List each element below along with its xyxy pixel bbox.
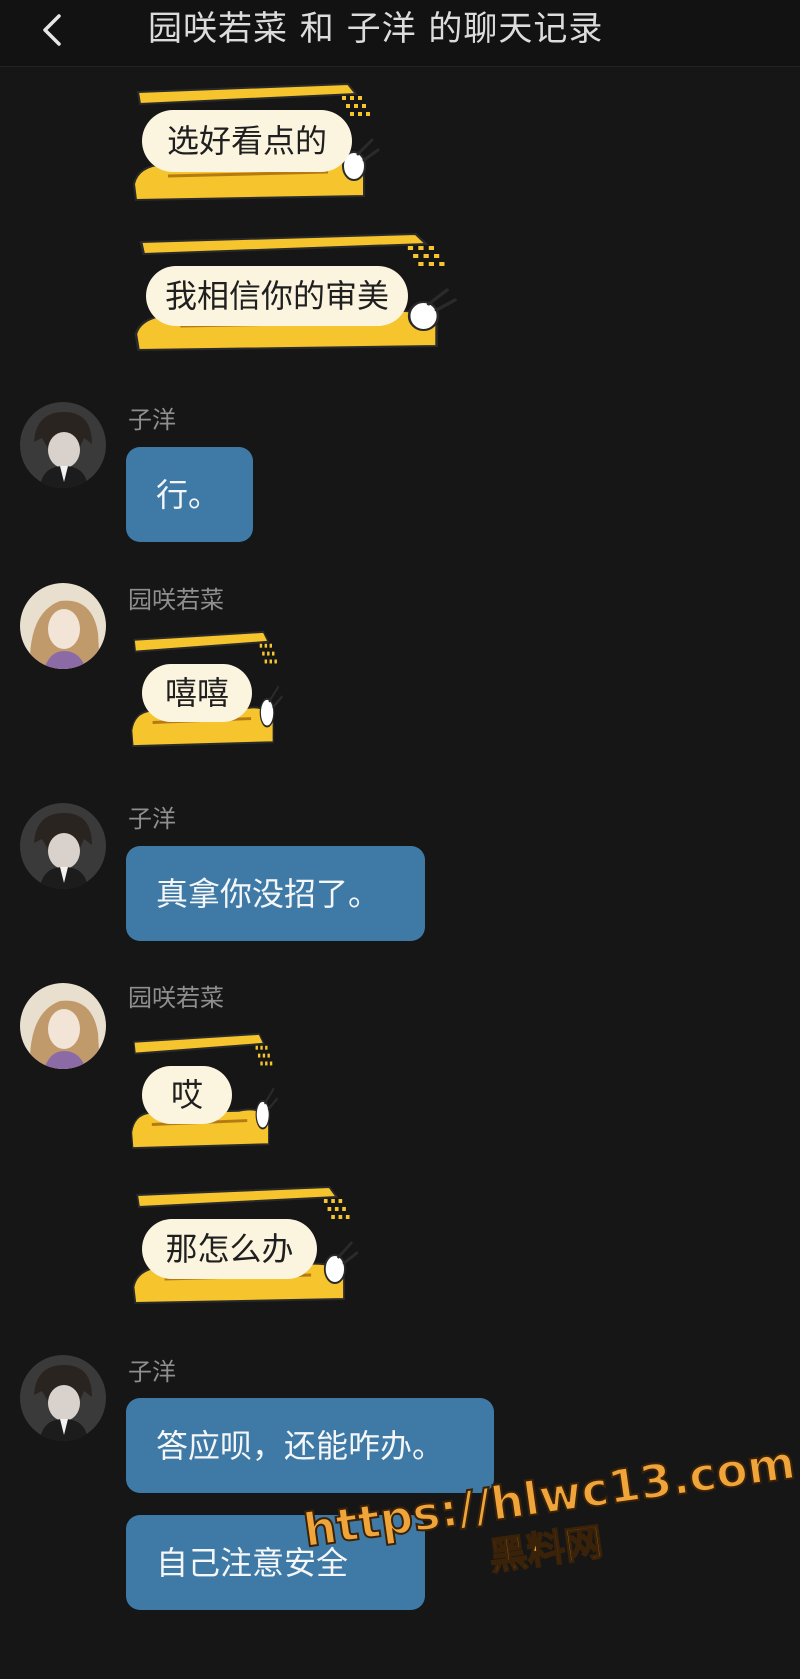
avatar[interactable] <box>20 803 106 889</box>
sender-name: 子洋 <box>128 1358 176 1386</box>
chevron-left-icon <box>43 14 61 46</box>
sticker-message: 哎 <box>128 1030 283 1158</box>
sticker-text: 我相信你的审美 <box>146 266 408 326</box>
avatar-female-icon <box>20 583 106 669</box>
sticker-message: 选好看点的 <box>128 80 388 210</box>
sender-name: 子洋 <box>128 406 176 434</box>
avatar-male-icon <box>20 803 106 889</box>
back-button[interactable] <box>30 2 74 58</box>
avatar[interactable] <box>20 983 106 1069</box>
avatar-male-icon <box>20 1355 106 1441</box>
avatar[interactable] <box>20 583 106 669</box>
sticker-message: 我相信你的审美 <box>128 230 468 360</box>
sender-name: 园咲若菜 <box>128 984 224 1012</box>
text-message: 行。 <box>126 447 253 542</box>
sender-name: 园咲若菜 <box>128 586 224 614</box>
chat-header: 园咲若菜 和 子洋 的聊天记录 <box>0 0 800 67</box>
sticker-text: 选好看点的 <box>142 110 352 172</box>
avatar-male-icon <box>20 402 106 488</box>
text-message: 真拿你没招了。 <box>126 846 425 941</box>
sticker-text: 那怎么办 <box>142 1219 317 1279</box>
avatar-female-icon <box>20 983 106 1069</box>
sticker-message: 嘻嘻 <box>128 628 288 756</box>
avatar[interactable] <box>20 1355 106 1441</box>
sticker-text: 嘻嘻 <box>142 664 252 722</box>
text-message: 答应呗，还能咋办。 <box>126 1398 494 1493</box>
sender-name: 子洋 <box>128 805 176 833</box>
sticker-text: 哎 <box>142 1066 232 1124</box>
page-title: 园咲若菜 和 子洋 的聊天记录 <box>148 9 604 49</box>
sticker-message: 那怎么办 <box>128 1183 366 1313</box>
avatar[interactable] <box>20 402 106 488</box>
